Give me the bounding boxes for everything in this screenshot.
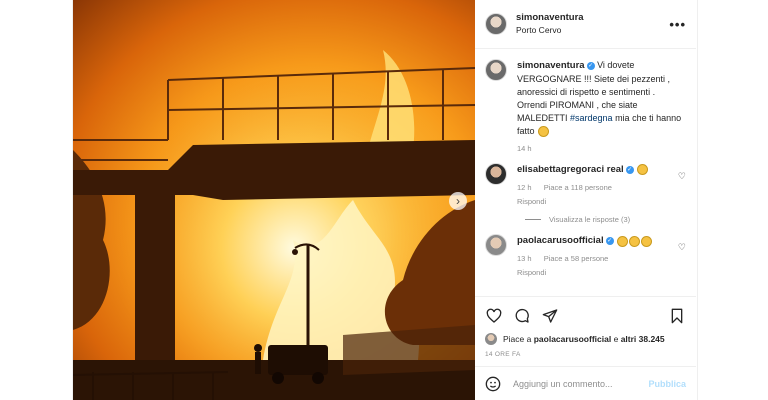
next-image-button[interactable]: ›: [449, 192, 467, 210]
post-sidebar: simonaventura Porto Cervo ••• simonavent…: [475, 0, 696, 400]
likes-prefix: Piace a: [503, 334, 532, 344]
likes-summary[interactable]: Piace a paolacarusoofficial e altri 38.2…: [485, 333, 686, 345]
likes-others[interactable]: altri 38.245: [621, 334, 665, 344]
view-replies-button[interactable]: Visualizza le risposte (3): [525, 215, 686, 224]
sad-face-emoji-icon: [538, 126, 550, 138]
more-options-button[interactable]: •••: [669, 17, 686, 32]
publish-button[interactable]: Pubblica: [648, 379, 686, 389]
comment-likes[interactable]: Piace a 58 persone: [544, 254, 609, 263]
comment-like-heart-icon[interactable]: ♡: [678, 171, 686, 182]
post-photo[interactable]: ›: [73, 0, 475, 400]
heart-icon[interactable]: [485, 307, 503, 325]
verified-badge-icon: ✓: [605, 237, 614, 246]
liker-avatar: [485, 333, 497, 345]
sad-face-emoji-icon: [637, 164, 649, 175]
comment-like-heart-icon[interactable]: ♡: [678, 242, 686, 253]
likes-middle: e: [613, 334, 619, 344]
chevron-right-icon: ›: [456, 194, 460, 208]
add-comment-bar: Pubblica: [475, 366, 696, 400]
share-icon[interactable]: [541, 307, 559, 325]
commenter-avatar[interactable]: [485, 162, 507, 185]
comment-input[interactable]: [511, 377, 649, 390]
post-header: simonaventura Porto Cervo •••: [475, 0, 696, 49]
comment-time[interactable]: 12 h: [517, 183, 532, 192]
comment-icon[interactable]: [513, 307, 531, 325]
comment-time[interactable]: 13 h: [517, 254, 532, 263]
replies-divider: [525, 219, 541, 221]
post-actions: Piace a paolacarusoofficial e altri 38.2…: [475, 296, 696, 358]
liker-username[interactable]: paolacarusoofficial: [534, 334, 611, 344]
bookmark-icon[interactable]: [668, 307, 686, 325]
hashtag-link[interactable]: #sardegna: [570, 113, 613, 123]
verified-badge-icon: ✓: [625, 165, 634, 174]
commenter-username[interactable]: paolacarusoofficial: [517, 235, 604, 246]
comments-section: simonaventura ✓ Vi dovete VERGOGNARE !!! …: [475, 49, 696, 291]
comment-item: paolacarusoofficial ✓ 13 h Piace a 58 per…: [485, 234, 686, 279]
reply-button[interactable]: Rispondi: [517, 197, 672, 208]
instagram-post: › simonaventura Porto Cervo ••• simonave…: [72, 0, 698, 400]
author-username[interactable]: simonaventura: [516, 12, 584, 25]
caption-time[interactable]: 14 h: [517, 144, 532, 153]
post-location[interactable]: Porto Cervo: [516, 25, 584, 36]
caption: simonaventura ✓ Vi dovete VERGOGNARE !!! …: [485, 59, 686, 155]
sad-face-emoji-icon: [629, 235, 641, 247]
comment-likes[interactable]: Piace a 118 persone: [544, 183, 612, 192]
caption-username[interactable]: simonaventura: [517, 60, 585, 71]
view-replies-label: Visualizza le risposte (3): [549, 215, 631, 225]
sad-face-emoji-icon: [617, 235, 629, 247]
reply-button[interactable]: Rispondi: [517, 268, 672, 279]
comment-item: elisabettagregoraci real ✓ 12 h Piace a 1…: [485, 162, 686, 208]
author-avatar[interactable]: [485, 13, 507, 35]
commenter-username[interactable]: elisabettagregoraci real: [517, 164, 624, 175]
post-time-ago[interactable]: 14 ORE FA: [485, 351, 686, 358]
sad-face-emoji-icon: [641, 235, 653, 247]
verified-badge-icon: ✓: [586, 61, 595, 70]
commenter-avatar[interactable]: [485, 234, 507, 257]
caption-avatar[interactable]: [485, 59, 507, 81]
fire-scene-image: [73, 0, 475, 400]
emoji-icon[interactable]: [485, 376, 501, 392]
